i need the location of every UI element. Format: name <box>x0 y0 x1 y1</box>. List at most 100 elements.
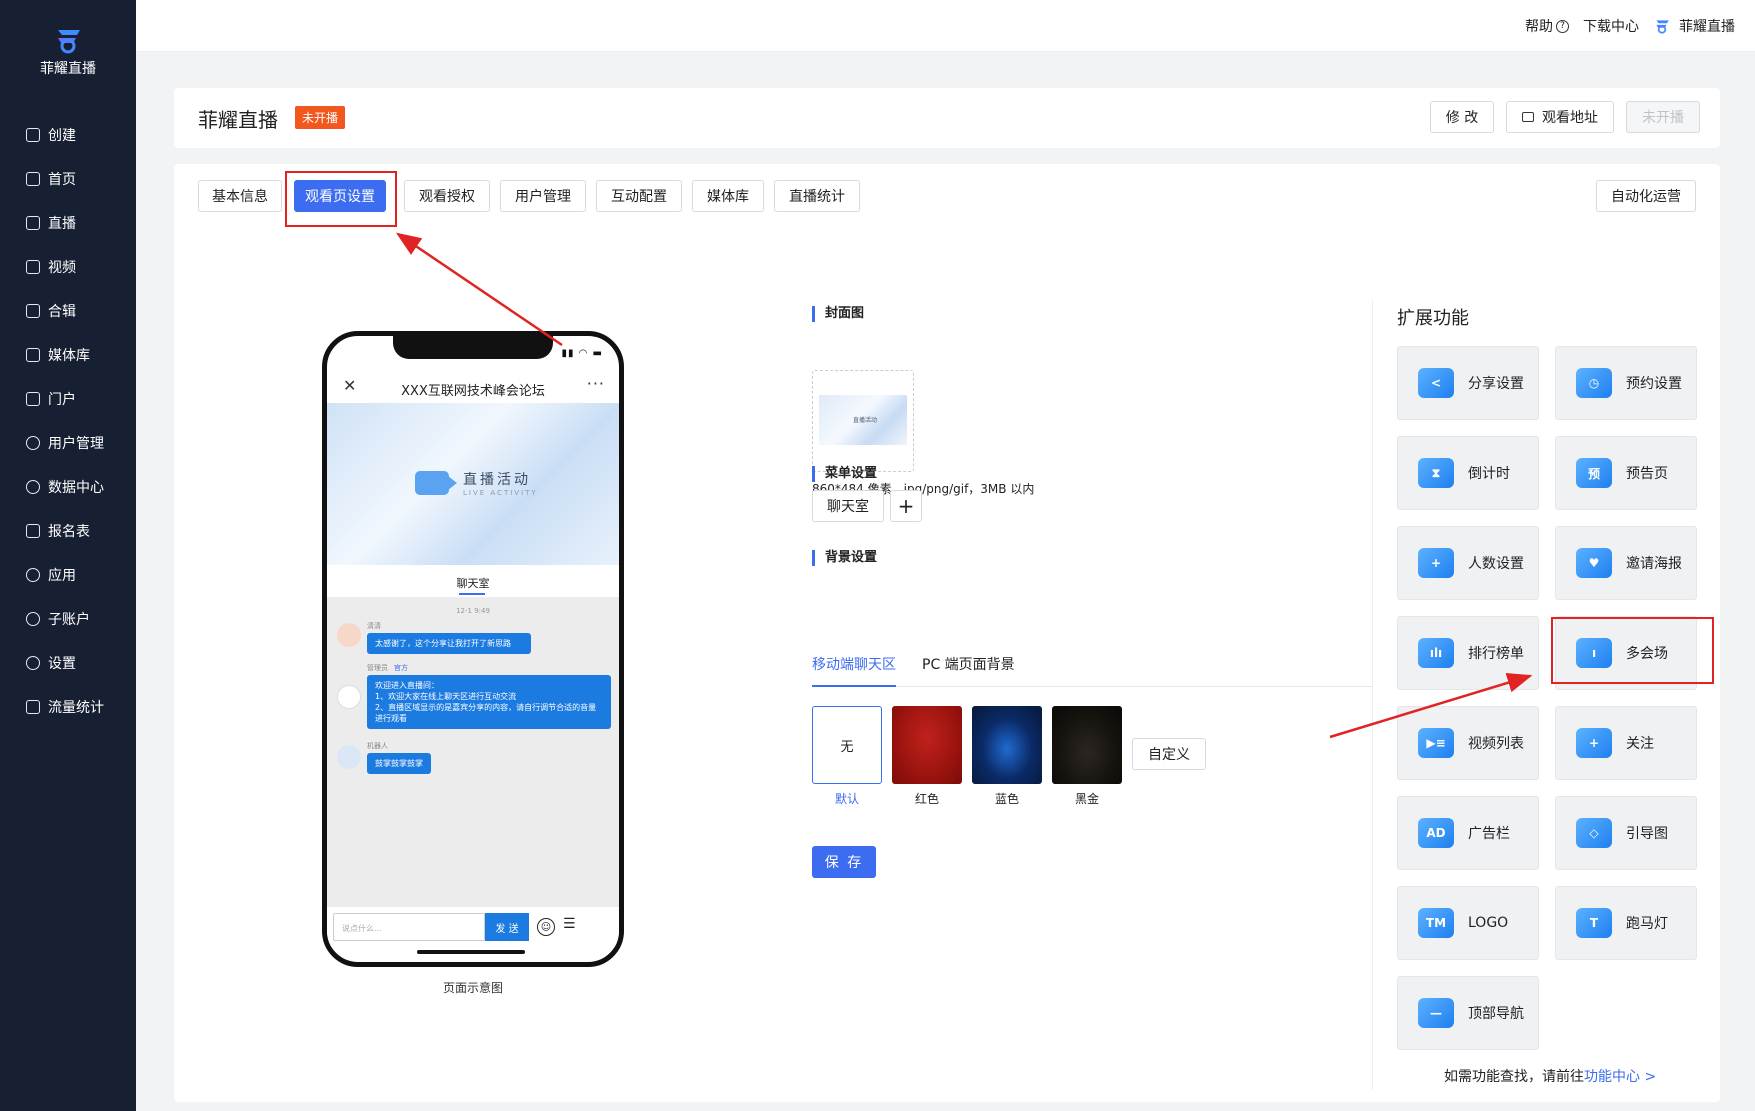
ext-top-nav[interactable]: — 顶部导航 <box>1397 976 1539 1050</box>
ext-label: 倒计时 <box>1468 466 1510 482</box>
sidebar-item-apps[interactable]: 应用 <box>26 562 76 588</box>
save-button[interactable]: 保 存 <box>812 846 876 878</box>
ext-label: 广告栏 <box>1468 826 1510 842</box>
ext-countdown[interactable]: ⧗ 倒计时 <box>1397 436 1539 510</box>
home-indicator <box>417 950 525 954</box>
sidebar-item-traffic[interactable]: 流量统计 <box>26 694 104 720</box>
sidebar-item-portal[interactable]: 门户 <box>26 386 76 412</box>
bg-swatch-black-gold[interactable] <box>1052 706 1122 784</box>
extensions-footer: 如需功能查找，请前往功能中心 > <box>1444 1066 1656 1086</box>
sidebar-item-signup-form[interactable]: 报名表 <box>26 518 90 544</box>
ext-follow[interactable]: + 关注 <box>1555 706 1697 780</box>
banner-subtitle: LIVE ACTIVITY <box>463 489 538 497</box>
chat-nick: 管理员 官方 <box>367 663 408 673</box>
sidebar-item-label: 设置 <box>48 656 76 672</box>
portal-icon <box>26 392 40 406</box>
phone-banner: 直播活动 LIVE ACTIVITY <box>327 403 619 565</box>
sidebar-item-live[interactable]: 直播 <box>26 210 76 236</box>
sidebar-item-create[interactable]: 创建 <box>26 122 76 148</box>
ext-marquee[interactable]: T 跑马灯 <box>1555 886 1697 960</box>
tab-pc-page-bg[interactable]: PC 端页面背景 <box>922 654 1015 674</box>
collection-icon <box>26 304 40 318</box>
bg-swatch-blue[interactable] <box>972 706 1042 784</box>
chat-bubble: 太感谢了，这个分享让我打开了新思路 <box>367 633 531 654</box>
watch-url-button[interactable]: 观看地址 <box>1506 101 1614 133</box>
not-live-button: 未开播 <box>1626 101 1700 133</box>
ext-preview-page[interactable]: 预预告页 <box>1555 436 1697 510</box>
chat-nick: 清清 <box>367 621 381 631</box>
swatch-label: 红色 <box>914 792 939 806</box>
ext-viewer-count[interactable]: + 人数设置 <box>1397 526 1539 600</box>
ext-invite-poster[interactable]: ♥ 邀请海报 <box>1555 526 1697 600</box>
phone-preview: ▮▮ ◠ ▬ ✕ XXX互联网技术峰会论坛 ··· 直播活动 LIVE ACTI… <box>322 331 624 967</box>
tab-user-management[interactable]: 用户管理 <box>500 180 586 212</box>
top-nav-icon: — <box>1418 998 1454 1028</box>
title-card: 菲耀直播 未开播 修 改 观看地址 未开播 <box>174 88 1720 148</box>
tab-active-indicator <box>812 685 896 687</box>
watch-url-label: 观看地址 <box>1542 110 1598 126</box>
sidebar-item-label: 门户 <box>48 392 76 408</box>
ext-multi-venue[interactable]: ı 多会场 <box>1555 616 1697 690</box>
tab-watch-authorization[interactable]: 观看授权 <box>404 180 490 212</box>
logo-icon: TM <box>1418 908 1454 938</box>
guide-icon: ◇ <box>1576 818 1612 848</box>
video-list-icon: ▶≡ <box>1418 728 1454 758</box>
sidebar-item-label: 用户管理 <box>48 436 104 452</box>
clock-icon: ◷ <box>1576 368 1612 398</box>
ext-logo[interactable]: TM LOGO <box>1397 886 1539 960</box>
sidebar-item-label: 合辑 <box>48 304 76 320</box>
ext-video-list[interactable]: ▶≡ 视频列表 <box>1397 706 1539 780</box>
venue-icon: ı <box>1576 638 1612 668</box>
official-tag: 官方 <box>394 664 408 672</box>
tab-interaction-config[interactable]: 互动配置 <box>596 180 682 212</box>
account-logo-icon <box>1656 20 1669 34</box>
video-icon <box>26 260 40 274</box>
tab-live-stats[interactable]: 直播统计 <box>774 180 860 212</box>
tab-watch-page-settings[interactable]: 观看页设置 <box>294 180 386 212</box>
swatch-label: 默认 <box>834 792 859 806</box>
function-center-link[interactable]: 功能中心 > <box>1584 1069 1656 1085</box>
bar-chart-icon: ılı <box>1418 638 1454 668</box>
ext-ad-bar[interactable]: AD 广告栏 <box>1397 796 1539 870</box>
sidebar-item-video[interactable]: 视频 <box>26 254 76 280</box>
tab-mobile-chat-bg[interactable]: 移动端聊天区 <box>812 654 896 674</box>
tab-media-library[interactable]: 媒体库 <box>692 180 764 212</box>
ext-reservation-settings[interactable]: ◷ 预约设置 <box>1555 346 1697 420</box>
sidebar-item-sub-account[interactable]: 子账户 <box>26 606 90 632</box>
ad-icon: AD <box>1418 818 1454 848</box>
preview-icon: 预 <box>1576 458 1612 488</box>
tab-basic-info[interactable]: 基本信息 <box>198 180 282 212</box>
sidebar-item-home[interactable]: 首页 <box>26 166 76 192</box>
ext-share-settings[interactable]: < 分享设置 <box>1397 346 1539 420</box>
sidebar-item-data-center[interactable]: 数据中心 <box>26 474 104 500</box>
ext-guide-image[interactable]: ◇ 引导图 <box>1555 796 1697 870</box>
avatar <box>337 623 361 647</box>
media-icon <box>26 348 40 362</box>
sidebar-item-media[interactable]: 媒体库 <box>26 342 90 368</box>
swatch-label: 黑金 <box>1074 792 1099 806</box>
help-link[interactable]: 帮助? <box>1525 16 1569 36</box>
divider <box>1372 300 1373 1090</box>
sidebar-item-settings[interactable]: 设置 <box>26 650 76 676</box>
cover-upload[interactable]: 直播活动 <box>812 370 914 472</box>
brand-logo[interactable]: 菲耀直播 <box>0 26 136 78</box>
bg-swatch-default[interactable]: 无 <box>812 706 882 784</box>
auto-ops-button[interactable]: 自动化运营 <box>1596 180 1696 212</box>
ext-leaderboard[interactable]: ılı 排行榜单 <box>1397 616 1539 690</box>
sidebar-item-collection[interactable]: 合辑 <box>26 298 76 324</box>
chart-pie-icon <box>26 480 40 494</box>
account-menu[interactable]: 菲耀直播 <box>1653 16 1735 36</box>
add-menu-button[interactable]: + <box>890 490 922 522</box>
chat-timestamp: 12-1 9:49 <box>456 607 490 615</box>
sidebar-item-users[interactable]: 用户管理 <box>26 430 104 456</box>
sidebar-item-label: 创建 <box>48 128 76 144</box>
bg-swatch-red[interactable] <box>892 706 962 784</box>
status-badge: 未开播 <box>295 106 346 129</box>
download-center-link[interactable]: 下载中心 <box>1583 16 1639 36</box>
menu-item-chatroom[interactable]: 聊天室 <box>812 490 884 522</box>
chat-bubble: 鼓掌鼓掌鼓掌 <box>367 753 431 774</box>
avatar <box>337 685 361 709</box>
sidebar-item-label: 子账户 <box>48 612 90 628</box>
custom-bg-button[interactable]: 自定义 <box>1132 738 1206 770</box>
edit-button[interactable]: 修 改 <box>1430 101 1494 133</box>
